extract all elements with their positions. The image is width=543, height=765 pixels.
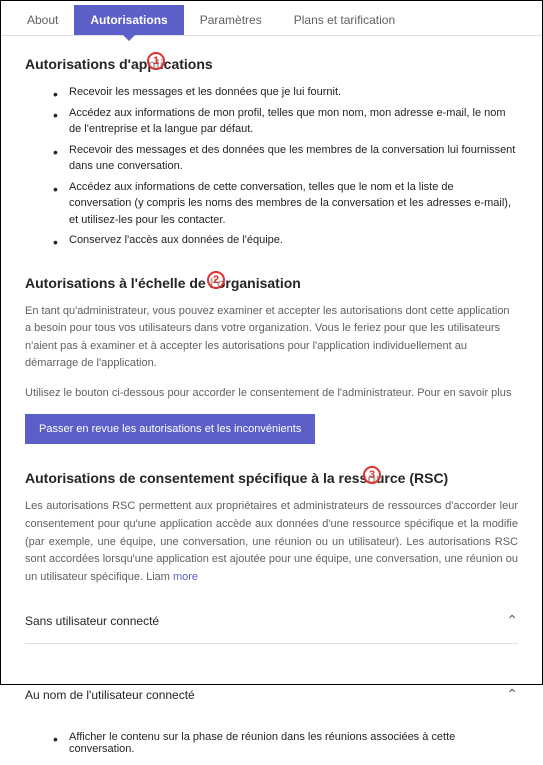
callout-1: 1 [147,52,165,70]
accordion-label: Sans utilisateur connecté [25,614,159,628]
title-text: Autorisations de consentement spécifique… [25,470,448,486]
tab-about[interactable]: About [11,5,74,35]
accordion-label: Au nom de l'utilisateur connecté [25,688,195,702]
accordion-on-behalf[interactable]: Au nom de l'utilisateur connecté ⌃ [25,672,518,717]
more-link[interactable]: more [173,571,198,583]
org-permissions-title: Autorisations à l'échelle de l'organisat… [25,275,518,291]
tab-autorisations[interactable]: Autorisations [74,5,183,35]
org-desc2: Utilisez le bouton ci-dessous pour accor… [25,385,518,403]
app-permissions-title: Autorisations d'applications 1 [25,56,518,72]
perm-item: Conservez l'accès aux données de l'équip… [53,232,518,249]
review-permissions-button[interactable]: Passer en revue les autorisations et les… [25,414,315,444]
chevron-up-icon: ⌃ [506,612,518,629]
rsc-desc: Les autorisations RSC permettent aux pro… [25,498,518,586]
perm-item: Accédez aux informations de cette conver… [53,179,518,229]
rsc-item: Afficher le contenu sur la phase de réun… [53,731,518,755]
perm-item: Recevoir des messages et des données que… [53,142,518,175]
rsc-title: Autorisations de consentement spécifique… [25,470,518,486]
rsc-desc-text: Les autorisations RSC permettent aux pro… [25,500,518,582]
perm-item: Accédez aux informations de mon profil, … [53,105,518,138]
title-text: Autorisations à l'échelle de l'organisat… [25,275,301,291]
tab-bar: About Autorisations Paramètres Plans et … [1,5,542,36]
accordion-body: Afficher le contenu sur la phase de réun… [25,717,518,755]
org-desc: En tant qu'administrateur, vous pouvez e… [25,303,518,373]
perm-item: Recevoir les messages et les données que… [53,84,518,101]
callout-2: 2 [207,271,225,289]
title-text: Autorisations d'applications [25,56,213,72]
accordion-no-user[interactable]: Sans utilisateur connecté ⌃ [25,598,518,644]
tab-parametres[interactable]: Paramètres [184,5,278,35]
tab-plans[interactable]: Plans et tarification [278,5,411,35]
app-permissions-list: Recevoir les messages et les données que… [25,84,518,249]
chevron-up-icon: ⌃ [506,686,518,703]
content-area: Autorisations d'applications 1 Recevoir … [1,36,542,765]
